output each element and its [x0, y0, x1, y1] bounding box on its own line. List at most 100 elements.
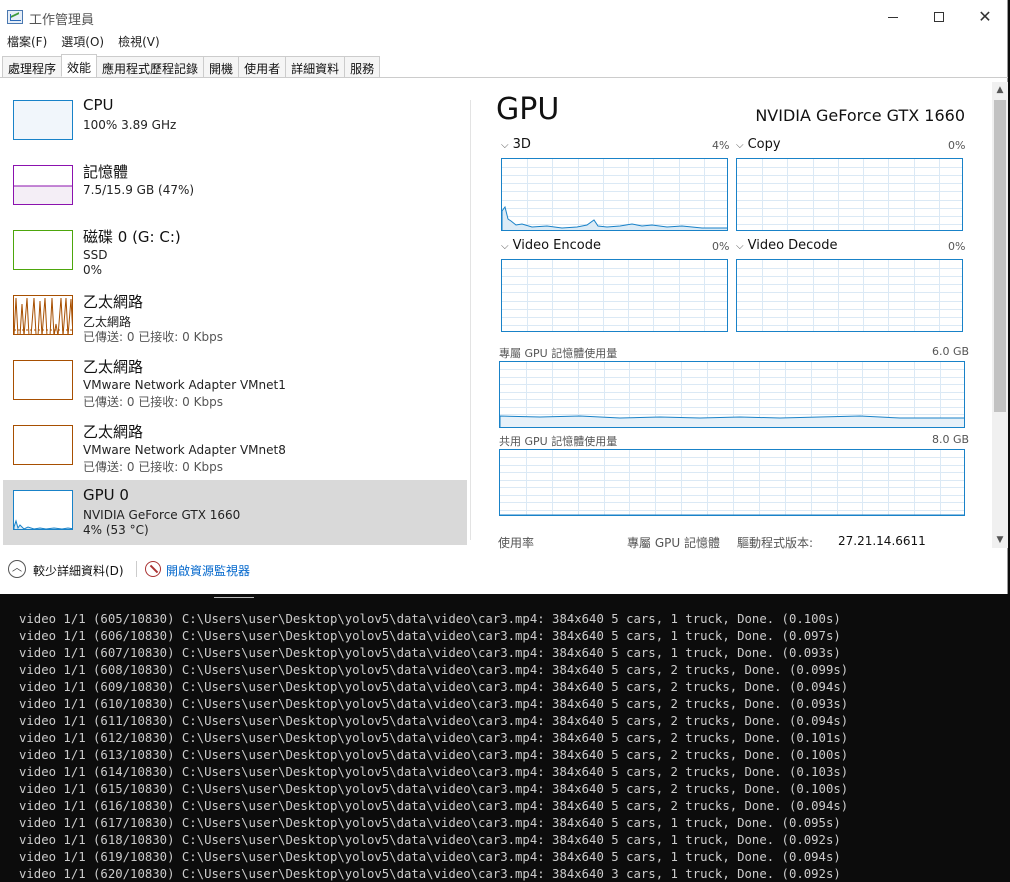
resource-monitor-icon[interactable] — [145, 561, 161, 577]
menu-file[interactable]: 檔案(F) — [0, 32, 54, 52]
sidebar-item-detail-2: 0% — [83, 263, 103, 277]
graph-shared-memory — [499, 449, 965, 516]
page-title: GPU — [496, 92, 560, 127]
terminal-line: video 1/1 (606/10830) C:\Users\user\Desk… — [19, 629, 841, 643]
driver-version-value: 27.21.14.6611 — [838, 534, 926, 548]
sidebar-item-detail: VMware Network Adapter VMnet1 — [83, 378, 286, 392]
ethernet-thumbnail-graph — [13, 360, 73, 400]
resource-monitor-link[interactable]: 開啟資源監視器 — [166, 562, 250, 579]
sidebar-item-detail-2: 4% (53 °C) — [83, 523, 149, 537]
driver-version-label: 驅動程式版本: — [737, 536, 814, 550]
tab-services[interactable]: 服務 — [344, 56, 381, 77]
usage-label: 使用率 — [498, 536, 535, 550]
maximize-button[interactable] — [916, 2, 962, 32]
gpu-thumbnail-graph — [13, 490, 73, 530]
engine-percent: 0% — [948, 240, 966, 253]
scroll-up-icon[interactable]: ▲ — [992, 82, 1008, 98]
terminal-line: video 1/1 (609/10830) C:\Users\user\Desk… — [19, 680, 849, 694]
terminal-line: video 1/1 (612/10830) C:\Users\user\Desk… — [19, 731, 849, 745]
dedicated-memory-label: 專屬 GPU 記憶體使用量 — [499, 347, 618, 360]
disk-thumbnail-graph — [13, 230, 73, 270]
menu-bar: 檔案(F) 選項(O) 檢視(V) — [0, 32, 167, 52]
sidebar-item-detail: 7.5/15.9 GB (47%) — [83, 183, 195, 197]
terminal-line: video 1/1 (614/10830) C:\Users\user\Desk… — [19, 765, 849, 779]
tab-processes[interactable]: 處理程序 — [2, 56, 63, 77]
engine-label: Video Decode — [747, 238, 838, 253]
memory-thumbnail-graph — [13, 165, 73, 205]
title-bar[interactable]: 工作管理員 ✕ — [0, 2, 1008, 32]
sidebar-item-ethernet-vmnet8[interactable]: 乙太網路 VMware Network Adapter VMnet8 已傳送: … — [3, 415, 467, 480]
sidebar-item-cpu[interactable]: CPU 100% 3.89 GHz — [3, 90, 467, 155]
engine-label: 3D — [512, 137, 531, 152]
graph-3d — [501, 158, 728, 231]
sidebar-item-label: 乙太網路 — [83, 358, 144, 376]
sidebar-item-detail: SSD — [83, 248, 108, 262]
chevron-down-icon: ⌵ — [501, 140, 509, 151]
task-manager-icon — [7, 10, 23, 24]
engine-video-decode-selector[interactable]: ⌵ Video Decode — [736, 238, 838, 253]
footer-bar: ︿ 較少詳細資料(D) 開啟資源監視器 — [0, 558, 990, 582]
terminal-line: video 1/1 (610/10830) C:\Users\user\Desk… — [19, 697, 849, 711]
sidebar-item-detail: 100% 3.89 GHz — [83, 118, 177, 132]
terminal-line: video 1/1 (617/10830) C:\Users\user\Desk… — [19, 816, 841, 830]
sidebar-item-label: 乙太網路 — [83, 293, 144, 311]
engine-3d-selector[interactable]: ⌵ 3D — [501, 137, 531, 152]
shared-memory-max: 8.0 GB — [932, 433, 970, 446]
menu-options[interactable]: 選項(O) — [54, 32, 111, 52]
engine-label: Copy — [747, 137, 781, 152]
terminal-line: video 1/1 (608/10830) C:\Users\user\Desk… — [19, 663, 849, 677]
maximize-icon — [934, 12, 944, 22]
graph-video-decode — [736, 259, 963, 332]
graph-copy — [736, 158, 963, 231]
sidebar-item-disk[interactable]: 磁碟 0 (G: C:) SSD 0% — [3, 220, 467, 285]
chevron-down-icon: ⌵ — [736, 140, 744, 151]
sidebar-item-detail-2: 已傳送: 0 已接收: 0 Kbps — [83, 460, 223, 474]
chevron-down-icon: ⌵ — [501, 241, 509, 252]
tab-details[interactable]: 詳細資料 — [285, 56, 346, 77]
scroll-thumb[interactable] — [994, 100, 1006, 412]
panel-divider[interactable] — [470, 100, 471, 540]
terminal-line: video 1/1 (618/10830) C:\Users\user\Desk… — [19, 833, 841, 847]
tab-bar: 處理程序 效能 應用程式歷程記錄 開機 使用者 詳細資料 服務 — [0, 54, 1008, 78]
engine-copy-selector[interactable]: ⌵ Copy — [736, 137, 781, 152]
close-button[interactable]: ✕ — [962, 2, 1008, 32]
minimize-icon — [888, 16, 898, 18]
terminal-line: video 1/1 (613/10830) C:\Users\user\Desk… — [19, 748, 849, 762]
sidebar-item-label: 乙太網路 — [83, 423, 144, 441]
ethernet-thumbnail-graph — [13, 425, 73, 465]
tab-performance[interactable]: 效能 — [61, 54, 98, 77]
sidebar-item-ethernet[interactable]: 乙太網路 乙太網路 已傳送: 0 已接收: 0 Kbps — [3, 285, 467, 350]
engine-percent: 0% — [712, 240, 730, 253]
sidebar-item-label: 記憶體 — [83, 163, 129, 181]
fewer-details-button[interactable]: 較少詳細資料(D) — [33, 562, 124, 579]
resource-list: CPU 100% 3.89 GHz 記憶體 7.5/15.9 GB (47%) … — [3, 90, 467, 545]
terminal-line: video 1/1 (620/10830) C:\Users\user\Desk… — [19, 867, 841, 881]
tab-users[interactable]: 使用者 — [238, 56, 287, 77]
sidebar-item-detail-2: 已傳送: 0 已接收: 0 Kbps — [83, 330, 223, 344]
menu-view[interactable]: 檢視(V) — [111, 32, 167, 52]
sidebar-item-gpu[interactable]: GPU 0 NVIDIA GeForce GTX 1660 4% (53 °C) — [3, 480, 467, 545]
sidebar-item-detail-2: 已傳送: 0 已接收: 0 Kbps — [83, 395, 223, 409]
ethernet-thumbnail-graph — [13, 295, 73, 335]
shared-memory-label: 共用 GPU 記憶體使用量 — [499, 435, 618, 448]
tab-app-history[interactable]: 應用程式歷程記錄 — [96, 56, 205, 77]
vertical-scrollbar[interactable]: ▲ ▼ — [992, 82, 1008, 548]
scroll-down-icon[interactable]: ▼ — [992, 532, 1008, 548]
terminal-line: video 1/1 (615/10830) C:\Users\user\Desk… — [19, 782, 849, 796]
chevron-up-icon[interactable]: ︿ — [8, 560, 26, 578]
terminal-tab-indicator — [214, 597, 254, 598]
graph-video-encode — [501, 259, 728, 332]
terminal-line: video 1/1 (616/10830) C:\Users\user\Desk… — [19, 799, 849, 813]
gpu-model: NVIDIA GeForce GTX 1660 — [755, 106, 965, 125]
terminal-output: video 1/1 (605/10830) C:\Users\user\Desk… — [19, 611, 848, 882]
tab-startup[interactable]: 開機 — [203, 56, 240, 77]
footer-divider — [136, 561, 137, 577]
engine-video-encode-selector[interactable]: ⌵ Video Encode — [501, 238, 601, 253]
minimize-button[interactable] — [870, 2, 916, 32]
sidebar-item-label: CPU — [83, 96, 114, 114]
terminal-console[interactable]: video 1/1 (605/10830) C:\Users\user\Desk… — [0, 594, 1010, 882]
sidebar-item-ethernet-vmnet1[interactable]: 乙太網路 VMware Network Adapter VMnet1 已傳送: … — [3, 350, 467, 415]
sidebar-item-memory[interactable]: 記憶體 7.5/15.9 GB (47%) — [3, 155, 467, 220]
engine-percent: 4% — [712, 139, 730, 152]
task-manager-window: 工作管理員 ✕ 檔案(F) 選項(O) 檢視(V) 處理程序 效能 應用程式歷程… — [0, 0, 1008, 594]
